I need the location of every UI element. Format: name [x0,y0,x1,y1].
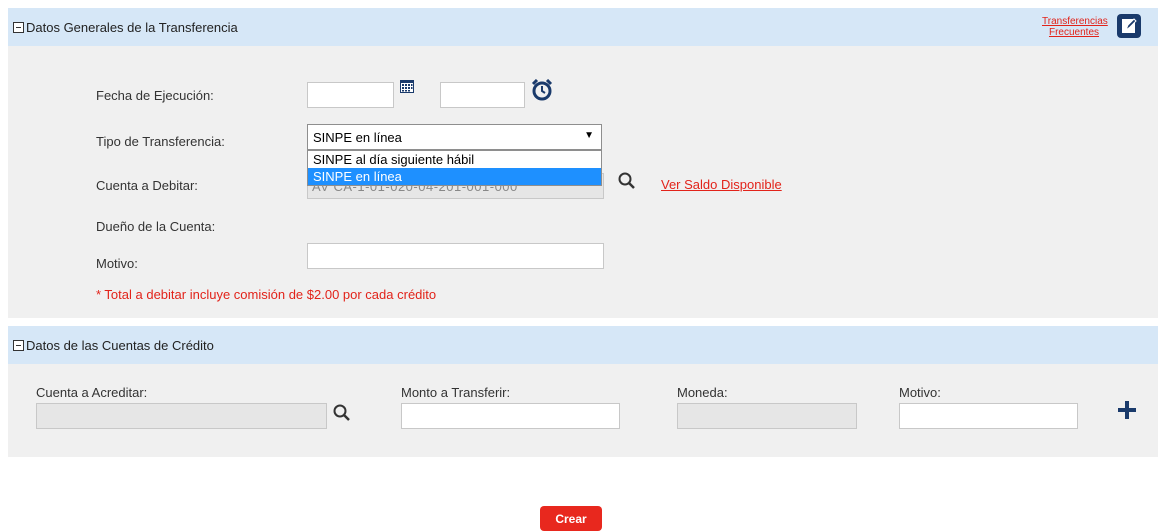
tipo-dropdown: SINPE al día siguiente hábil SINPE en lí… [307,150,602,186]
search-icon[interactable] [333,404,351,422]
calendar-icon[interactable] [400,79,414,93]
cuenta-acreditar-field[interactable] [36,403,327,429]
frequent-link-line1: Transferencias [1042,16,1108,27]
moneda-label: Moneda: [677,385,728,400]
credito-motivo-label: Motivo: [899,385,941,400]
cuenta-debitar-label: Cuenta a Debitar: [96,178,198,193]
motivo-label: Motivo: [96,256,138,271]
collapse-toggle-icon[interactable] [13,339,24,351]
tipo-option[interactable]: SINPE al día siguiente hábil [308,151,601,168]
crear-button[interactable]: Crear [540,506,602,531]
collapse-toggle-icon[interactable] [13,21,24,33]
dueno-label: Dueño de la Cuenta: [96,219,216,234]
plus-icon[interactable] [1117,400,1137,420]
credito-section-header: Datos de las Cuentas de Crédito [8,326,1158,364]
monto-input[interactable] [401,403,620,429]
credito-section-title: Datos de las Cuentas de Crédito [26,337,214,353]
frequent-link-line2: Frecuentes [1048,27,1100,38]
fecha-label: Fecha de Ejecución: [96,88,214,103]
tipo-select[interactable]: SINPE en línea ▼ [307,124,602,150]
edit-icon[interactable] [1117,14,1141,38]
general-section-header: Datos Generales de la Transferencia [8,8,1158,46]
general-section-title: Datos Generales de la Transferencia [26,19,238,35]
hora-input[interactable] [440,82,525,108]
credito-motivo-input[interactable] [899,403,1078,429]
tipo-label: Tipo de Transferencia: [96,134,225,149]
fecha-input[interactable] [307,82,394,108]
moneda-field[interactable] [677,403,857,429]
tipo-option-selected[interactable]: SINPE en línea [308,168,601,185]
commission-note: * Total a debitar incluye comisión de $2… [96,287,437,302]
dropdown-arrow-icon: ▼ [584,130,594,141]
ver-saldo-link[interactable]: Ver Saldo Disponible [661,177,782,192]
alarm-clock-icon[interactable] [531,78,553,101]
frequent-transfers-link[interactable]: Transferencias Frecuentes [1042,16,1108,38]
cuenta-acreditar-label: Cuenta a Acreditar: [36,385,148,400]
tipo-select-value: SINPE en línea [313,129,402,145]
search-icon[interactable] [618,172,636,190]
motivo-input[interactable] [307,243,604,269]
monto-label: Monto a Transferir: [401,385,511,400]
credito-section: Datos de las Cuentas de Crédito [8,326,1158,457]
